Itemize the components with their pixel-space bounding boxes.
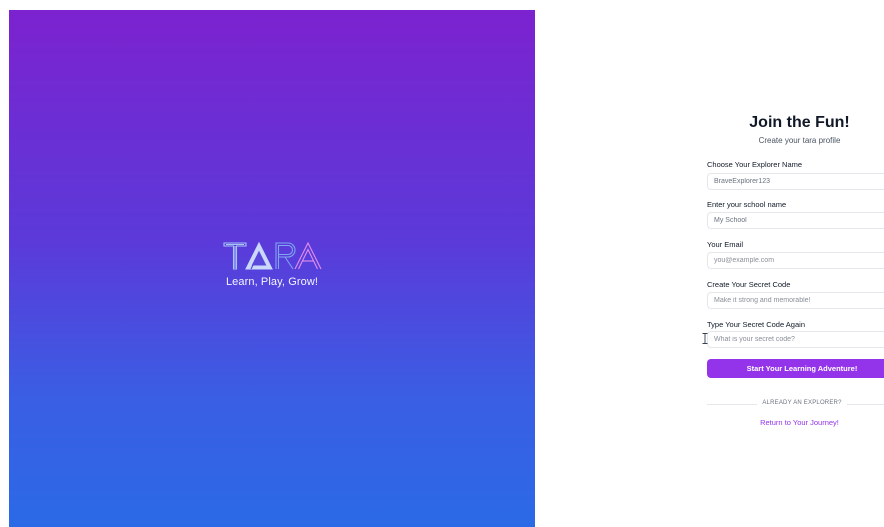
explorer-name-input[interactable] xyxy=(707,173,884,190)
text-cursor-icon xyxy=(702,333,708,344)
school-name-label: Enter your school name xyxy=(707,200,787,209)
confirm-password-label: Type Your Secret Code Again xyxy=(707,320,805,329)
divider-label: ALREADY AN EXPLORER? xyxy=(762,400,842,406)
divider-right xyxy=(847,404,884,405)
divider-left xyxy=(707,404,757,405)
page-subtitle: Create your tara profile xyxy=(758,136,841,145)
password-label: Create Your Secret Code xyxy=(707,280,791,289)
school-name-input[interactable] xyxy=(707,212,884,229)
password-field[interactable] xyxy=(707,292,884,309)
email-label: Your Email xyxy=(707,240,743,249)
page-title: Join the Fun! xyxy=(749,114,850,131)
explorer-name-label: Choose Your Explorer Name xyxy=(707,160,803,169)
start-adventure-button[interactable]: Start Your Learning Adventure! xyxy=(707,359,884,378)
return-journey-link[interactable]: Return to Your Journey! xyxy=(707,418,884,427)
tara-logo xyxy=(223,241,322,270)
confirm-password-field[interactable] xyxy=(707,331,884,348)
brand-tagline: Learn, Play, Grow! xyxy=(225,276,319,288)
signup-panel: Join the Fun! Create your tara profile C… xyxy=(707,0,884,527)
brand-hero-panel: Learn, Play, Grow! xyxy=(9,10,535,527)
email-field[interactable] xyxy=(707,252,884,269)
